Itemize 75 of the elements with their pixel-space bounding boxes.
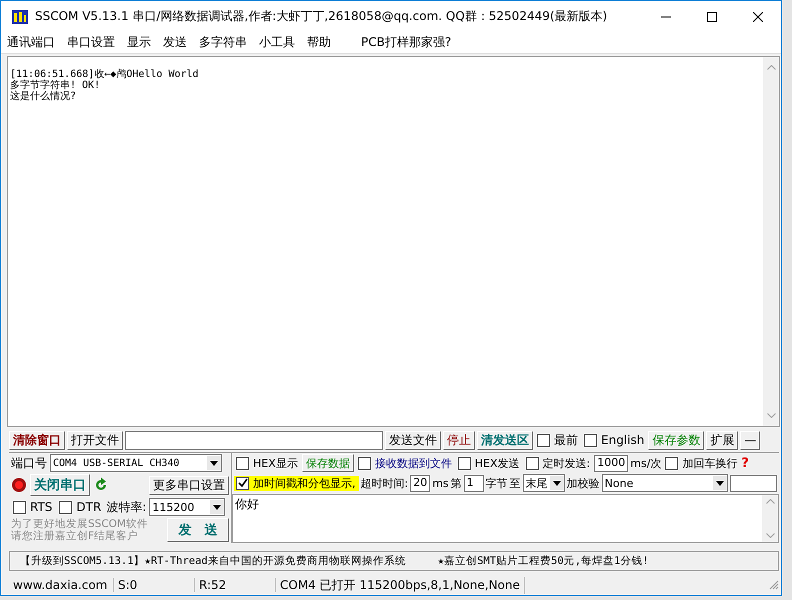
checkbox[interactable]: RTS [11, 500, 54, 514]
help-button[interactable]: ? [741, 456, 749, 470]
checkbox[interactable]: 加时间戳和分包显示, [234, 476, 358, 490]
label: 第 [450, 476, 462, 490]
button[interactable]: 保存参数 [648, 430, 704, 450]
checkbox[interactable]: HEX发送 [456, 456, 522, 470]
button[interactable]: 保存数据 [302, 454, 354, 472]
button[interactable]: 更多串口设置 [149, 476, 229, 494]
label: ms [432, 476, 449, 490]
dropdown[interactable]: 115200 [149, 498, 226, 516]
dropdown[interactable]: COM4 USB-SERIAL CH340 [50, 454, 222, 472]
checkbox[interactable]: 定时发送: [524, 456, 592, 470]
menu-item[interactable]: 通讯端口 [1, 34, 61, 51]
button[interactable]: 发 送 [167, 518, 229, 542]
label: 字节 [486, 476, 508, 490]
status-field: S:0 [114, 578, 195, 592]
caret-icon [213, 504, 222, 510]
receive-line: [11:06:51.668]收←◆鸬OHello World [10, 69, 200, 80]
button[interactable]: 发送文件 [385, 430, 441, 450]
window-title: SSCOM V5.13.1 串口/网络数据调试器,作者:大虾丁丁,2618058@qq.com. QQ群：52502449(最新版本) [35, 8, 608, 25]
check-icon [238, 478, 248, 488]
checkbox[interactable]: English [582, 433, 646, 447]
checkbox[interactable]: DTR [57, 500, 104, 514]
scrollbar[interactable] [763, 57, 779, 426]
button[interactable]: 关闭串口 [30, 474, 90, 496]
port-label: 端口号 [11, 454, 47, 472]
send-text-area[interactable]: 你好 [232, 494, 779, 543]
scrollbar[interactable] [762, 495, 778, 542]
input-field[interactable]: 1 [464, 474, 484, 492]
dropdown[interactable]: None [602, 474, 728, 492]
send-text: 你好 [234, 496, 260, 513]
checkbox[interactable]: 加回车换行 [663, 456, 740, 470]
ticker-text: ★嘉立创SMT贴片工程费50元,每焊盘1分钱! [438, 554, 649, 568]
menu-item[interactable]: 多字符串 [193, 34, 253, 51]
resize-grip-icon [769, 580, 779, 590]
button[interactable]: 清除窗口 [9, 430, 65, 450]
caret-icon [716, 480, 724, 486]
menu-item[interactable]: 串口设置 [61, 34, 121, 51]
ticker-text: 【升级到SSCOM5.13.1】★RT-Thread来自中国的开源免费商用物联网操作系统 [20, 554, 406, 568]
close-icon [753, 12, 763, 22]
maximize-icon [707, 12, 717, 22]
receive-line: 多字节字符串! OK! [10, 80, 102, 91]
label: 加校验 [566, 476, 600, 490]
label: 超时时间: [360, 476, 408, 490]
menu-item[interactable]: PCB打样那家强? [355, 34, 458, 51]
promo-text: 请您注册嘉立创F结尾客户 [11, 530, 140, 542]
button[interactable]: 清发送区 [477, 430, 533, 450]
checkbox[interactable]: 接收数据到文件 [356, 456, 454, 470]
refresh-icon [93, 477, 109, 493]
menu-item[interactable]: 小工具 [253, 34, 301, 51]
checkbox[interactable]: HEX显示 [234, 456, 300, 470]
caret-icon [552, 480, 561, 486]
menu-item[interactable]: 显示 [121, 34, 157, 51]
status-field: COM4 已打开 115200bps,8,1,None,None [276, 576, 525, 594]
status-field: www.daxia.com [9, 578, 114, 592]
checkbox[interactable]: 最前 [535, 432, 580, 448]
button[interactable]: 打开文件 [67, 430, 123, 450]
input-field[interactable] [730, 474, 777, 492]
receive-line: 这是什么情况? [10, 91, 78, 102]
status-field: R:52 [195, 578, 276, 592]
button[interactable]: 扩展 [706, 430, 738, 450]
caret-icon [210, 460, 218, 466]
menu-item[interactable]: 帮助 [301, 34, 337, 51]
menu-item[interactable]: 发送 [157, 34, 193, 51]
file-path-field[interactable] [125, 430, 383, 450]
baud-label: 波特率: [106, 498, 146, 516]
app-icon [11, 8, 29, 26]
label: 至 [510, 476, 521, 490]
input-field[interactable]: 1000 [594, 454, 628, 472]
label: ms/次 [630, 456, 662, 470]
dropdown[interactable]: 末尾 [522, 474, 565, 492]
input-field[interactable]: 20 [410, 474, 430, 492]
button[interactable]: — [740, 430, 760, 450]
promo-text: 为了更好地发展SSCOM软件 [11, 518, 148, 530]
button[interactable]: 停止 [443, 430, 475, 450]
